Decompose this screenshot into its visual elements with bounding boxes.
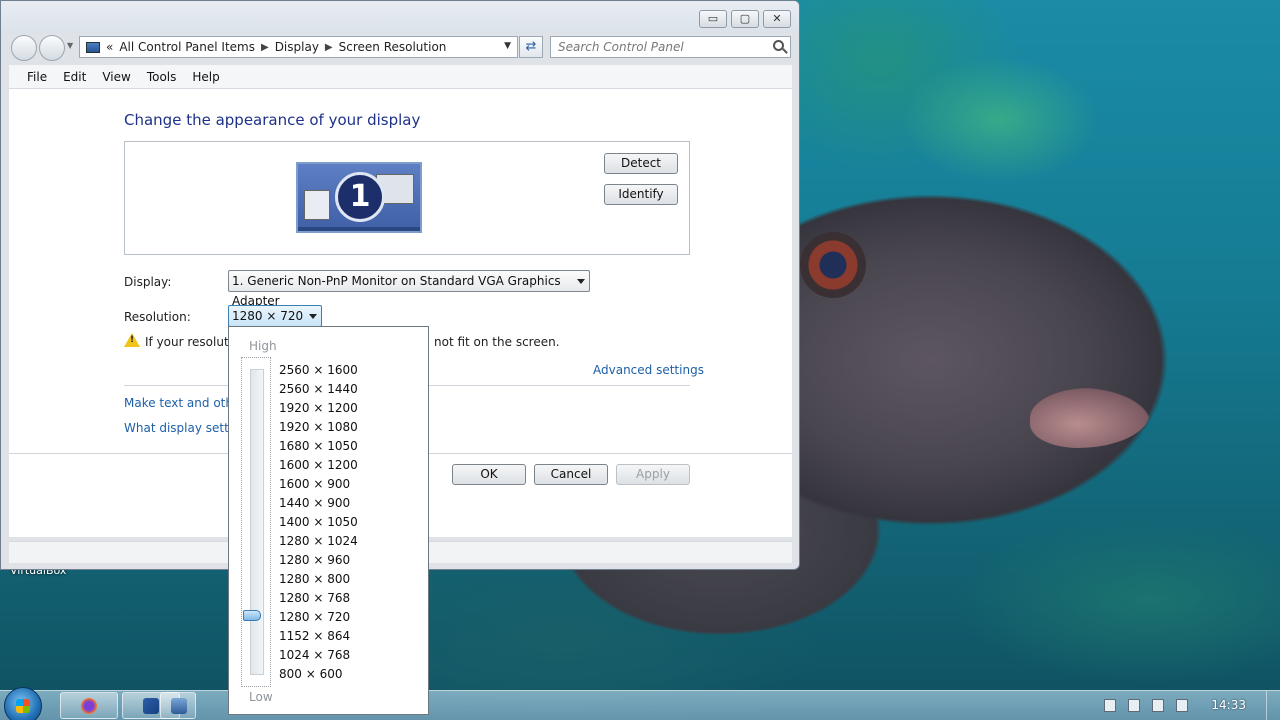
control-panel-icon xyxy=(171,698,187,714)
taskbar-firefox[interactable] xyxy=(60,692,118,719)
navigation-bar: ▼ « All Control Panel Items ▶ Display ▶ … xyxy=(1,33,799,61)
volume-muted-icon[interactable] xyxy=(1176,699,1188,712)
resolution-label: Resolution: xyxy=(124,310,191,324)
menu-file[interactable]: File xyxy=(19,70,55,84)
minimize-button[interactable]: ▭ xyxy=(699,10,727,28)
breadcrumb-separator-icon[interactable]: ▶ xyxy=(261,42,269,53)
resolution-option[interactable]: 1152 × 864 xyxy=(279,627,358,646)
resolution-option[interactable]: 1920 × 1080 xyxy=(279,418,358,437)
menu-bar: File Edit View Tools Help xyxy=(9,65,792,89)
resolution-option[interactable]: 1280 × 1024 xyxy=(279,532,358,551)
identify-button[interactable]: Identify xyxy=(604,184,678,205)
breadcrumb-display[interactable]: Display xyxy=(275,40,319,54)
address-bar[interactable]: « All Control Panel Items ▶ Display ▶ Sc… xyxy=(79,36,518,58)
menu-help[interactable]: Help xyxy=(184,70,227,84)
mini-taskbar xyxy=(298,227,420,231)
flag-icon[interactable] xyxy=(1128,699,1140,712)
resolution-option[interactable]: 800 × 600 xyxy=(279,665,358,684)
monitor-number-badge: 1 xyxy=(335,172,385,222)
taskbar: 14:33 xyxy=(0,687,1280,720)
display-select[interactable]: 1. Generic Non-PnP Monitor on Standard V… xyxy=(228,270,590,308)
resolution-popup: High 2560 × 1600 2560 × 1440 1920 × 1200… xyxy=(228,326,429,715)
start-button[interactable] xyxy=(4,687,42,720)
network-icon[interactable] xyxy=(1152,699,1164,712)
back-button[interactable] xyxy=(11,35,37,61)
firefox-icon xyxy=(81,698,97,714)
wallpaper-fish-mouth xyxy=(1030,388,1150,448)
resolution-slider-track[interactable] xyxy=(250,369,264,675)
slider-low-label: Low xyxy=(249,690,273,704)
breadcrumb-all-items[interactable]: All Control Panel Items xyxy=(119,40,255,54)
display-select-value: 1. Generic Non-PnP Monitor on Standard V… xyxy=(232,274,561,308)
resolution-slider-thumb[interactable] xyxy=(243,610,261,621)
show-desktop-button[interactable] xyxy=(1266,691,1280,720)
control-panel-icon xyxy=(86,41,100,53)
resolution-select[interactable]: 1280 × 720 xyxy=(228,305,322,327)
breadcrumb-screen-resolution[interactable]: Screen Resolution xyxy=(339,40,447,54)
mini-window-icon xyxy=(304,190,330,220)
resolution-option[interactable]: 1400 × 1050 xyxy=(279,513,358,532)
system-tray xyxy=(1104,699,1188,712)
warning-icon xyxy=(124,333,140,347)
maximize-button[interactable]: ▢ xyxy=(731,10,759,28)
slider-high-label: High xyxy=(249,339,277,353)
resolution-option[interactable]: 1600 × 900 xyxy=(279,475,358,494)
display-label: Display: xyxy=(124,275,172,289)
refresh-button[interactable]: ⇄ xyxy=(519,36,543,58)
virtualbox-icon xyxy=(143,698,159,714)
display-preview: 1 Detect Identify xyxy=(124,141,690,255)
search-icon[interactable] xyxy=(773,40,784,51)
address-prefix[interactable]: « xyxy=(106,40,113,54)
address-dropdown-icon[interactable]: ▼ xyxy=(504,41,511,51)
resolution-select-value: 1280 × 720 xyxy=(232,309,304,323)
resolution-options: 2560 × 1600 2560 × 1440 1920 × 1200 1920… xyxy=(279,361,358,684)
warning-text-left: If your resolutio xyxy=(145,335,240,349)
close-button[interactable]: ✕ xyxy=(763,10,791,28)
resolution-option-selected[interactable]: 1280 × 720 xyxy=(279,608,358,627)
search-placeholder: Search Control Panel xyxy=(558,40,684,54)
resolution-option[interactable]: 1280 × 768 xyxy=(279,589,358,608)
taskbar-control-panel[interactable] xyxy=(160,692,196,719)
menu-view[interactable]: View xyxy=(94,70,138,84)
warning-text-right: not fit on the screen. xyxy=(434,335,560,349)
resolution-option[interactable]: 2560 × 1440 xyxy=(279,380,358,399)
resolution-option[interactable]: 1280 × 800 xyxy=(279,570,358,589)
notes-icon[interactable] xyxy=(1104,699,1116,712)
chevron-down-icon xyxy=(309,314,317,319)
cancel-button[interactable]: Cancel xyxy=(534,464,608,485)
resolution-option[interactable]: 1440 × 900 xyxy=(279,494,358,513)
menu-edit[interactable]: Edit xyxy=(55,70,94,84)
ok-button[interactable]: OK xyxy=(452,464,526,485)
apply-button[interactable]: Apply xyxy=(616,464,690,485)
resolution-option[interactable]: 1600 × 1200 xyxy=(279,456,358,475)
forward-button[interactable] xyxy=(39,35,65,61)
breadcrumb-separator-icon[interactable]: ▶ xyxy=(325,42,333,53)
advanced-settings-link[interactable]: Advanced settings xyxy=(593,363,704,377)
monitor-1-thumbnail[interactable]: 1 xyxy=(296,162,422,233)
menu-tools[interactable]: Tools xyxy=(139,70,185,84)
resolution-option[interactable]: 2560 × 1600 xyxy=(279,361,358,380)
clock[interactable]: 14:33 xyxy=(1211,698,1246,712)
wallpaper-fish-eye xyxy=(800,232,866,298)
page-title: Change the appearance of your display xyxy=(124,111,421,129)
title-bar[interactable]: ▭ ▢ ✕ xyxy=(1,1,799,33)
resolution-option[interactable]: 1680 × 1050 xyxy=(279,437,358,456)
recent-pages-chevron-icon[interactable]: ▼ xyxy=(67,41,73,50)
resolution-option[interactable]: 1024 × 768 xyxy=(279,646,358,665)
resolution-option[interactable]: 1920 × 1200 xyxy=(279,399,358,418)
search-input[interactable]: Search Control Panel xyxy=(550,36,791,58)
detect-button[interactable]: Detect xyxy=(604,153,678,174)
resolution-option[interactable]: 1280 × 960 xyxy=(279,551,358,570)
chevron-down-icon xyxy=(577,279,585,284)
